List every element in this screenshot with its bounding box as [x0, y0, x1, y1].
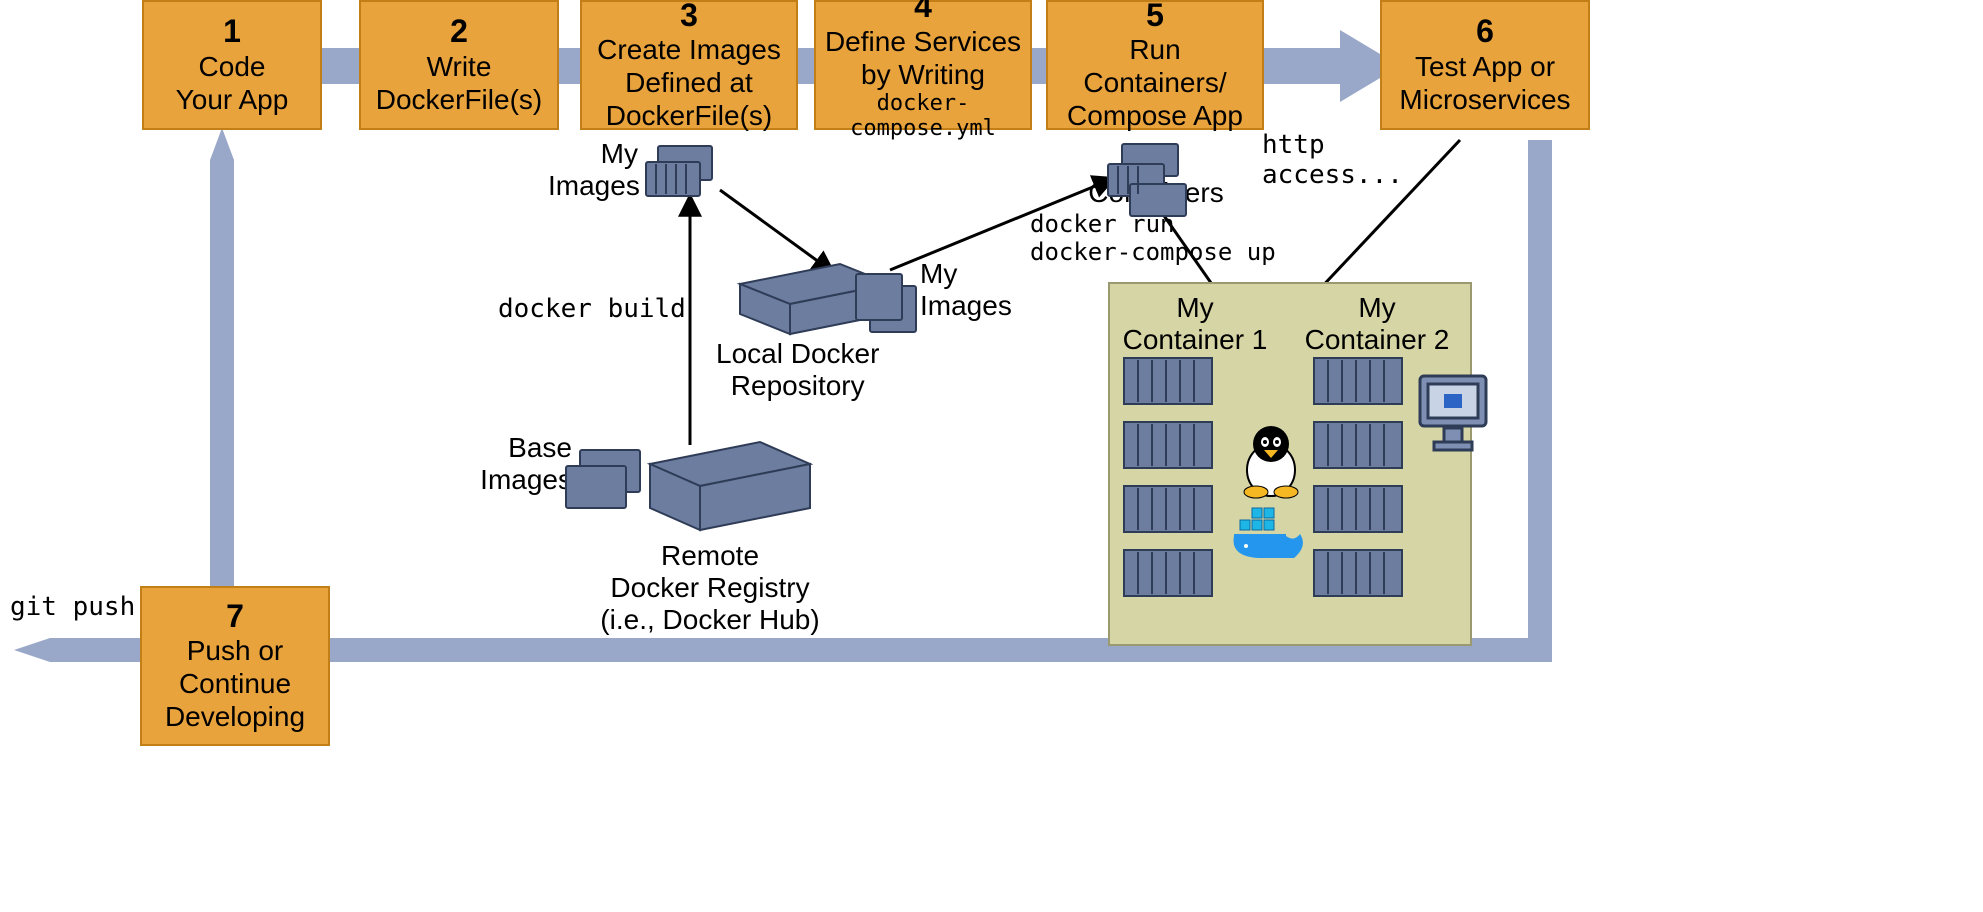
label-my-images-1: My Images: [548, 138, 638, 202]
label-base-images: Base Images: [472, 432, 572, 496]
label-container-1: My Container 1: [1110, 292, 1280, 356]
label-remote-registry: Remote Docker Registry (i.e., Docker Hub…: [580, 540, 840, 637]
label-container-2: My Container 2: [1292, 292, 1462, 356]
container-stack-icon: [1100, 140, 1200, 220]
step-num: 1: [223, 14, 241, 49]
step-4: 4 Define Services by Writing docker-comp…: [814, 0, 1032, 130]
step-3: 3 Create Images Defined at DockerFile(s): [580, 0, 798, 130]
server-icon: [560, 430, 820, 550]
step-2: 2 Write DockerFile(s): [359, 0, 559, 130]
label-docker-build: docker build: [498, 294, 686, 324]
linux-tux-icon: [1236, 420, 1306, 500]
step-6: 6 Test App or Microservices: [1380, 0, 1590, 130]
label-git-push: git push: [10, 592, 135, 622]
label-http-access: http access...: [1262, 130, 1403, 190]
label-my-images-2: My Images: [920, 258, 1012, 322]
step-5: 5 Run Containers/ Compose App: [1046, 0, 1264, 130]
step-7: 7 Push or Continue Developing: [140, 586, 330, 746]
container-stack-icon: [640, 140, 730, 210]
monitor-icon: [1414, 370, 1500, 460]
step-1: 1 Code Your App: [142, 0, 322, 130]
server-icon: [730, 256, 930, 346]
label-local-repo: Local Docker Repository: [716, 338, 879, 402]
docker-whale-icon: [1228, 506, 1314, 572]
